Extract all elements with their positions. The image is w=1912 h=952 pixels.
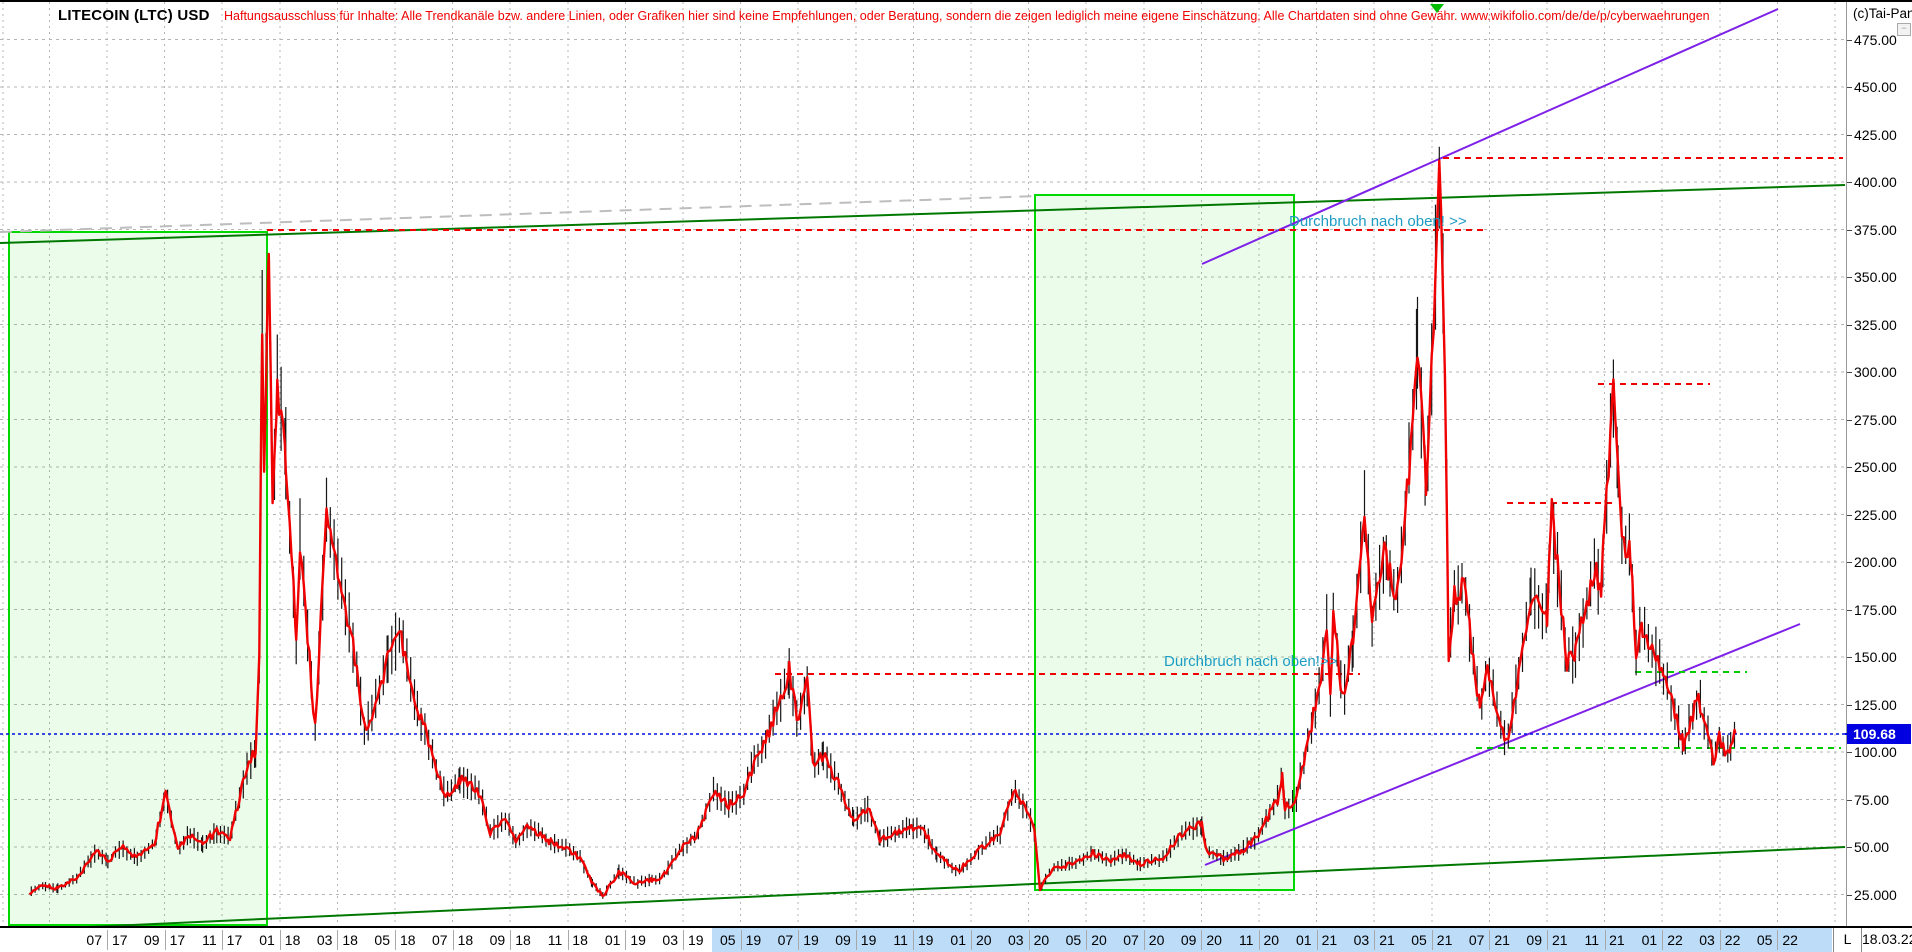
date-tick-label: 05 19 [720,932,762,948]
trend-box-2020 [1034,194,1295,891]
price-tick-label: 475.00 [1847,31,1897,48]
date-tick-label: 01 21 [1296,932,1338,948]
price-tick-label: 450.00 [1847,79,1897,95]
page-title: LITECOIN (LTC) USD [58,7,210,24]
price-tick-label: 350.00 [1847,269,1897,285]
gridlines [0,2,1845,926]
price-tick-label: 50.00 [1846,839,1890,855]
price-tick-label: 250.00 [1847,459,1897,475]
price-series-highlow-bars [30,146,1736,899]
price-tick-label: 375.00 [1847,221,1897,238]
breakout-annotation-1: Durchbruch nach oben! >> [1289,213,1467,230]
date-tick-label: 07 18 [432,932,474,948]
trend-box-2017 [8,231,268,926]
price-chart-svg: Durchbruch nach oben! >> Durchbruch nach … [0,2,1846,926]
price-axis[interactable]: 475.00 450.00 425.00 400.00 375.00 350.00 325.… [1845,2,1912,926]
lower-green-trendline [87,846,1846,926]
minimize-button[interactable]: − [1897,23,1911,36]
chart-plot-area[interactable]: Durchbruch nach oben! >> Durchbruch nach … [0,2,1847,926]
upper-green-trendline [0,184,1846,244]
date-tick-label: 09 18 [489,932,531,948]
price-tick-label: 100.00 [1847,744,1897,760]
current-price-badge: 109.68 [1845,723,1911,744]
price-tick-label: 125.00 [1847,696,1897,713]
date-tick-label: 03 19 [662,932,704,948]
breakout-annotation-2: Durchbruch nach oben!>> [1164,653,1338,670]
date-tick-label: 03 21 [1353,932,1395,948]
date-tick-label: 03 18 [316,932,358,948]
date-tick-label: 05 20 [1065,932,1107,948]
price-tick-label: 325.00 [1847,316,1897,333]
price-tick-label: 275.00 [1847,411,1897,428]
price-tick-label: 150.00 [1847,649,1897,665]
date-tick-label: 07 21 [1468,932,1510,948]
date-tick-label: 11 21 [1584,932,1625,948]
date-tick-label: 03 22 [1699,932,1741,948]
date-tick-label: 09 17 [144,932,186,948]
price-tick-label: 175.00 [1847,601,1897,618]
date-tick-label: 09 20 [1180,932,1222,948]
last-date-label: 18.03.22 [1862,928,1912,952]
date-tick-label: 05 22 [1756,932,1798,948]
price-tick-label: 300.00 [1847,364,1897,380]
date-tick-label: 07 19 [777,932,819,948]
chart-window: Durchbruch nach oben! >> Durchbruch nach … [0,0,1912,952]
price-tick-label: 400.00 [1847,174,1897,190]
date-tick-label: 07 17 [86,932,128,948]
date-tick-label: 03 20 [1008,932,1050,948]
date-tick-label: 01 22 [1641,932,1683,948]
date-tick-label: 01 20 [950,932,992,948]
date-tick-label: 11 20 [1238,932,1280,948]
date-tick-label: 07 20 [1123,932,1165,948]
date-tick-label: 11 17 [202,932,243,948]
date-tick-label: 01 18 [259,932,301,948]
disclaimer-text: Haftungsausschluss für Inhalte: Alle Tre… [224,9,1710,23]
price-tick-label: 425.00 [1847,126,1897,143]
price-tick-label: 25.000 [1847,886,1897,903]
date-tick-label: 05 18 [374,932,416,948]
copyright-label: (c)Tai-Pan [1853,6,1912,21]
date-tick-label: 09 19 [835,932,877,948]
date-tick-label: 09 21 [1526,932,1568,948]
date-tick-label: 11 18 [547,932,588,948]
linear-scale-button[interactable]: L [1833,928,1862,952]
price-tick-label: 75.00 [1846,791,1890,808]
price-tick-label: 225.00 [1847,506,1897,523]
price-series-line [28,159,1737,898]
date-tick-label: 11 19 [893,932,934,948]
date-axis[interactable]: L 18.03.22 07 17 09 17 11 17 01 18 03 18 05 18 07 18 0… [0,926,1912,952]
date-tick-label: 01 19 [604,932,646,948]
date-tick-label: 05 21 [1411,932,1453,948]
price-tick-label: 200.00 [1847,554,1897,570]
